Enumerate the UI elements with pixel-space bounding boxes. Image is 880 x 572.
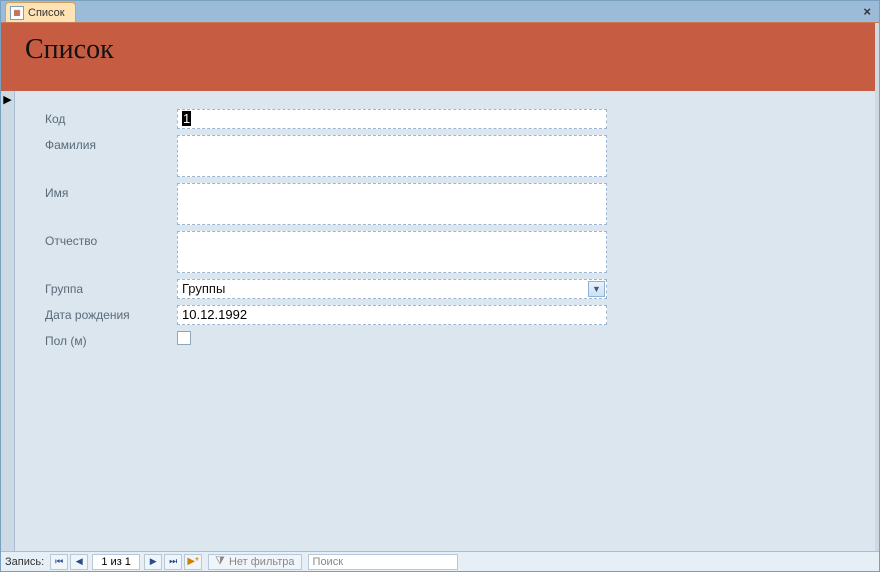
tab-title: Список (28, 7, 65, 19)
search-input[interactable]: Поиск (308, 554, 458, 570)
record-navigation: Запись: ⏮ ◀ ▶ ⏭ ▶* ⧩ Нет фильтра Поиск (1, 551, 879, 571)
group-select[interactable]: Группы ▼ (177, 279, 607, 299)
new-record-button[interactable]: ▶* (184, 554, 202, 570)
patronymic-label: Отчество (45, 231, 177, 248)
surname-field[interactable] (177, 135, 607, 177)
page-title: Список (25, 33, 114, 66)
filter-icon: ⧩ (215, 555, 225, 568)
current-record-indicator: ▶ (1, 93, 14, 106)
record-position-input[interactable] (92, 554, 140, 570)
tab-bar: ▦ Список × (1, 1, 879, 23)
chevron-down-icon[interactable]: ▼ (588, 281, 605, 297)
last-record-button[interactable]: ⏭ (164, 554, 182, 570)
code-label: Код (45, 109, 177, 126)
form-body: Код 1 Фамилия Имя Отчество Группа (15, 91, 879, 551)
form-header: Список (1, 23, 879, 91)
search-placeholder: Поиск (313, 556, 343, 568)
birthdate-value: 10.12.1992 (182, 307, 247, 322)
form-icon: ▦ (10, 6, 24, 20)
first-record-button[interactable]: ⏮ (50, 554, 68, 570)
code-value: 1 (182, 111, 191, 126)
birthdate-label: Дата рождения (45, 305, 177, 322)
sex-label: Пол (м) (45, 331, 177, 348)
prev-record-button[interactable]: ◀ (70, 554, 88, 570)
code-field[interactable]: 1 (177, 109, 607, 129)
close-icon[interactable]: × (863, 4, 871, 19)
form-tab[interactable]: ▦ Список (5, 2, 76, 22)
filter-label: Нет фильтра (229, 556, 295, 568)
next-record-button[interactable]: ▶ (144, 554, 162, 570)
filter-indicator[interactable]: ⧩ Нет фильтра (208, 554, 301, 570)
name-field[interactable] (177, 183, 607, 225)
birthdate-field[interactable]: 10.12.1992 (177, 305, 607, 325)
record-selector[interactable]: ▶ (1, 91, 15, 551)
sex-checkbox[interactable] (177, 331, 191, 345)
form-detail: ▶ Код 1 Фамилия Имя Отчество (1, 91, 879, 551)
name-label: Имя (45, 183, 177, 200)
surname-label: Фамилия (45, 135, 177, 152)
patronymic-field[interactable] (177, 231, 607, 273)
group-label: Группа (45, 279, 177, 296)
scrollbar-vertical[interactable] (875, 23, 879, 551)
group-selected: Группы (182, 281, 225, 296)
recnav-label: Запись: (5, 556, 44, 568)
